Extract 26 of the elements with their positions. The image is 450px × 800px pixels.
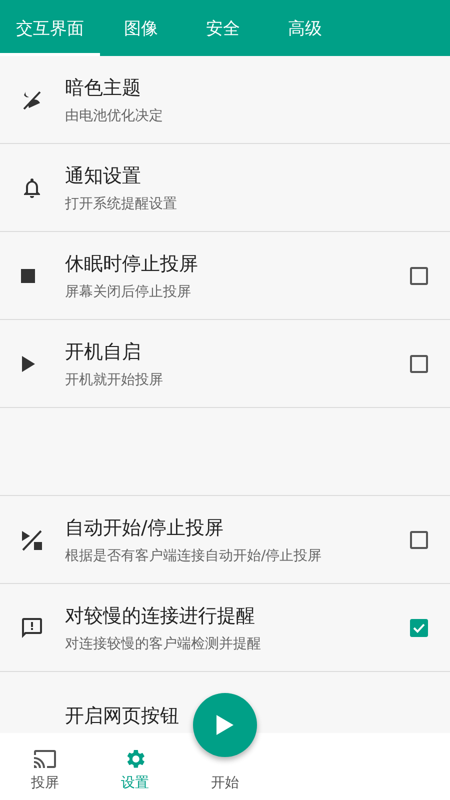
checkbox[interactable] [410,618,428,636]
setting-subtitle: 由电池优化决定 [65,106,164,124]
setting-title[interactable]: 开机自启 [65,338,410,364]
setting-title[interactable]: 休眠时停止投屏 [65,250,410,276]
play-stop-icon [20,528,44,552]
setting-title[interactable]: 暗色主题 [65,74,428,100]
stop-icon [20,268,36,284]
play-icon [20,354,36,372]
nav-tab[interactable]: 投屏 [0,747,90,792]
setting-subtitle: 开机就开始投屏 [65,370,164,388]
setting-title[interactable]: 自动开始/停止投屏 [65,514,410,540]
nav-tab[interactable]: 开始 [180,774,270,792]
setting-title[interactable]: 通知设置 [65,162,428,188]
setting-subtitle: 根据是否有客户端连接自动开始/停止投屏 [65,546,323,564]
checkbox[interactable] [410,266,428,284]
cast-icon [31,747,59,771]
checkbox[interactable] [410,354,428,372]
feedback-icon [20,616,44,640]
play-button[interactable] [193,693,257,757]
setting-title[interactable]: 对较慢的连接进行提醒 [65,602,410,628]
setting-subtitle: 屏幕关闭后停止投屏 [65,282,192,300]
setting-subtitle: 对连接较慢的客户端检测并提醒 [65,634,262,652]
setting-title[interactable]: 开启网页按钮 [65,702,428,728]
play-icon [216,715,234,735]
setting-subtitle: 打开系统提醒设置 [65,194,178,212]
checkbox[interactable] [410,530,428,548]
